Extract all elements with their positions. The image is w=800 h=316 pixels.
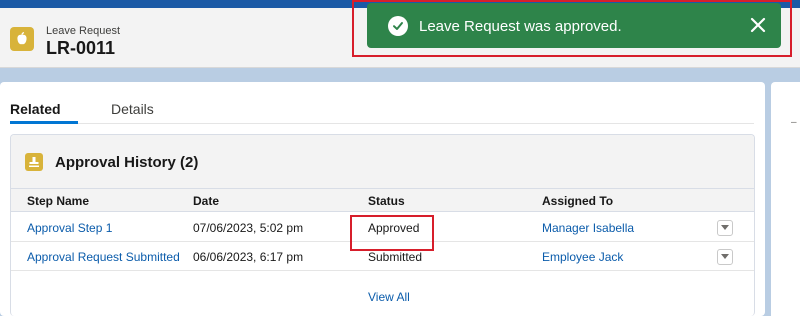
related-list-header: Approval History (2) <box>11 135 754 189</box>
scroll-indicator[interactable]: – <box>791 117 797 128</box>
toast-message: Leave Request was approved. <box>419 18 622 35</box>
table-row: Approval Step 1 07/06/2023, 5:02 pm Appr… <box>11 213 754 242</box>
related-list-title[interactable]: Approval History (2) <box>55 154 198 171</box>
record-type-label: Leave Request <box>46 25 120 37</box>
column-assigned-to: Assigned To <box>542 194 614 208</box>
leave-request-icon <box>10 27 34 51</box>
status-cell: Submitted <box>368 250 423 264</box>
table-row: Approval Request Submitted 06/06/2023, 6… <box>11 242 754 271</box>
date-cell: 06/06/2023, 6:17 pm <box>193 250 304 264</box>
date-cell: 07/06/2023, 5:02 pm <box>193 221 304 235</box>
column-status: Status <box>368 194 405 208</box>
approval-history-card: Approval History (2) Step Name Date Stat… <box>10 134 755 316</box>
tab-related[interactable]: Related <box>10 101 61 117</box>
record-name: LR-0011 <box>46 38 116 58</box>
close-icon[interactable] <box>748 15 768 35</box>
status-cell: Approved <box>368 221 420 235</box>
table-header: Step Name Date Status Assigned To <box>11 189 754 212</box>
success-check-icon <box>388 16 408 36</box>
main-content-card: Related Details Approval History (2) Ste… <box>0 82 765 316</box>
assigned-to-link[interactable]: Employee Jack <box>542 250 623 264</box>
tab-bar: Related Details <box>10 98 754 124</box>
column-step-name: Step Name <box>27 194 90 208</box>
assigned-to-link[interactable]: Manager Isabella <box>542 221 634 235</box>
row-actions-button[interactable] <box>717 220 733 236</box>
row-actions-button[interactable] <box>717 249 733 265</box>
success-toast: Leave Request was approved. <box>367 3 781 48</box>
chevron-down-icon <box>721 225 729 230</box>
step-name-link[interactable]: Approval Step 1 <box>27 221 112 235</box>
chevron-down-icon <box>721 254 729 259</box>
column-date: Date <box>193 194 220 208</box>
approval-history-icon <box>25 153 43 171</box>
view-all-link[interactable]: View All <box>368 290 410 304</box>
active-tab-indicator <box>10 121 78 124</box>
step-name-link[interactable]: Approval Request Submitted <box>27 250 180 264</box>
tab-details[interactable]: Details <box>111 101 154 117</box>
